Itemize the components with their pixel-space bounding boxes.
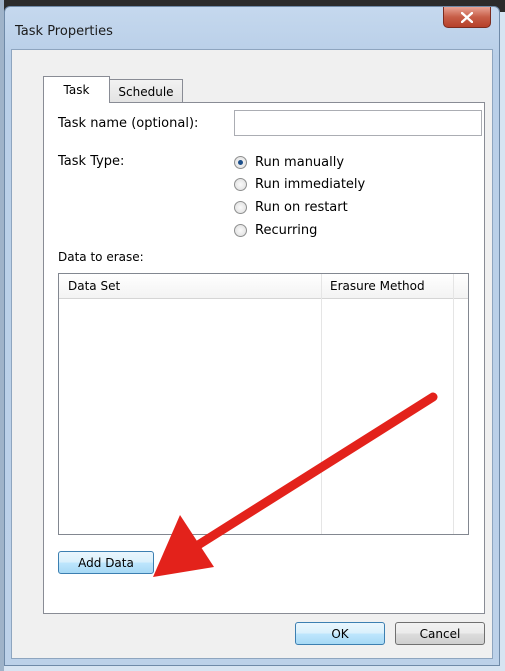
tab-task[interactable]: Task bbox=[43, 76, 110, 103]
arrow-shaft bbox=[190, 392, 438, 552]
tab-task-label: Task bbox=[63, 83, 90, 97]
